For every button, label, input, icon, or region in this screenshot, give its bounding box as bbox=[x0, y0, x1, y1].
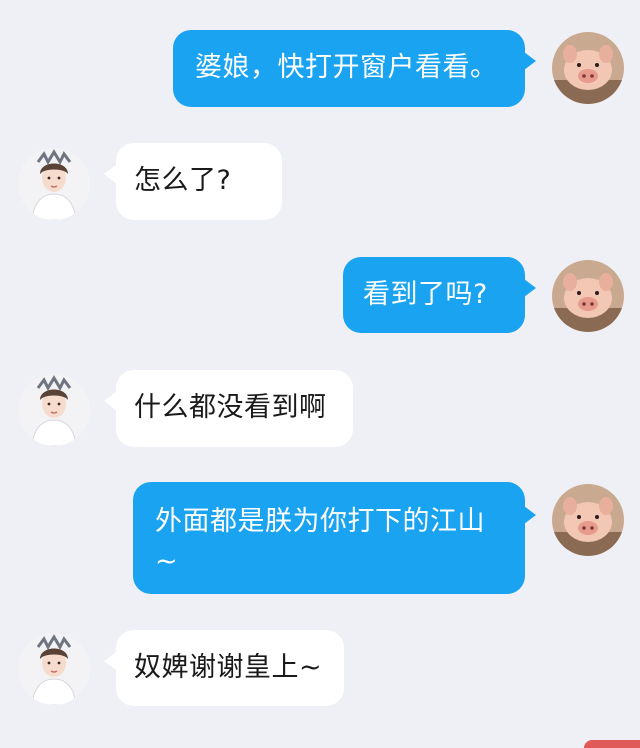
message-text: 怎么了? bbox=[134, 165, 232, 196]
bubble-tail bbox=[524, 506, 536, 524]
message-text: 外面都是朕为你打下的江山 bbox=[155, 506, 485, 537]
pig-avatar-icon[interactable] bbox=[552, 32, 624, 104]
girl-avatar-icon[interactable] bbox=[18, 374, 90, 446]
pig-avatar-icon[interactable] bbox=[552, 484, 624, 556]
girl-avatar-icon[interactable] bbox=[18, 148, 90, 220]
incoming-message-bubble[interactable]: 什么都没看到啊 bbox=[116, 370, 353, 447]
message-text: 看到了吗? bbox=[363, 279, 488, 310]
message-text: 奴婢谢谢皇上~ bbox=[134, 652, 323, 683]
message-row: 看到了吗? bbox=[0, 257, 640, 337]
girl-avatar-icon[interactable] bbox=[18, 633, 90, 705]
bubble-tail bbox=[104, 392, 116, 410]
outgoing-message-bubble[interactable]: 看到了吗? bbox=[343, 257, 525, 333]
incoming-message-bubble[interactable]: 奴婢谢谢皇上~ bbox=[116, 630, 344, 706]
message-row: 什么都没看到啊 bbox=[0, 370, 640, 450]
pig-avatar-icon[interactable] bbox=[552, 260, 624, 332]
message-row: 怎么了? bbox=[0, 143, 640, 223]
bubble-tail bbox=[104, 165, 116, 183]
outgoing-message-bubble[interactable]: 外面都是朕为你打下的江山 ~ bbox=[133, 482, 525, 594]
message-row: 婆娘，快打开窗户看看。 bbox=[0, 30, 640, 110]
bubble-tail bbox=[104, 652, 116, 670]
bubble-tail bbox=[524, 52, 536, 70]
message-text-continued: ~ bbox=[155, 546, 179, 577]
corner-watermark-mark bbox=[584, 740, 640, 748]
outgoing-message-bubble[interactable]: 婆娘，快打开窗户看看。 bbox=[173, 30, 525, 107]
message-text: 什么都没看到啊 bbox=[134, 392, 327, 423]
message-text: 婆娘，快打开窗户看看。 bbox=[195, 52, 498, 83]
message-row: 奴婢谢谢皇上~ bbox=[0, 630, 640, 710]
incoming-message-bubble[interactable]: 怎么了? bbox=[116, 143, 282, 220]
message-row: 外面都是朕为你打下的江山 ~ bbox=[0, 482, 640, 597]
bubble-tail bbox=[524, 279, 536, 297]
